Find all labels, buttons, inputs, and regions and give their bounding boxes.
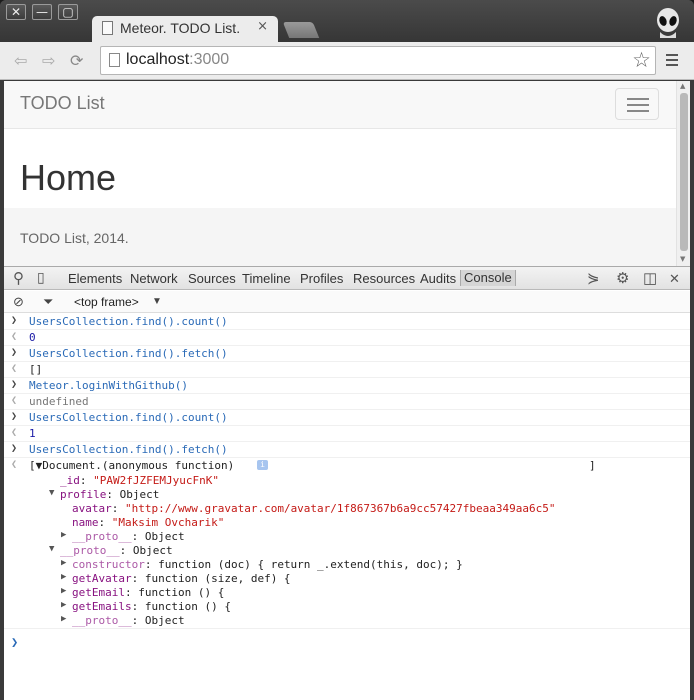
tab-strip: ✕ — ▢ Meteor. TODO List. × [0, 0, 694, 42]
reload-icon[interactable]: ⟳ [70, 51, 83, 70]
navbar-brand[interactable]: TODO List [20, 93, 105, 114]
tab-timeline[interactable]: Timeline [242, 271, 291, 286]
address-url[interactable]: localhost:3000 [126, 51, 229, 69]
console-filter-bar: ⊘ ⏷ <top frame> ▼ [4, 291, 690, 313]
tree-node-avatar: avatar: "http://www.gravatar.com/avatar/… [72, 502, 556, 515]
device-mode-icon[interactable]: ▯ [37, 269, 45, 286]
navbar-toggle-button[interactable] [615, 88, 659, 120]
forward-arrow-icon[interactable]: ⇨ [42, 51, 55, 70]
profile-avatar-icon[interactable] [655, 8, 681, 38]
tree-node-profile-proto[interactable]: ▶ __proto__: Object [4, 530, 690, 544]
tab-sources[interactable]: Sources [188, 271, 236, 286]
address-bar[interactable]: localhost:3000 ☆ [100, 46, 656, 75]
console-input-line: ❯ UsersCollection.find().count() [4, 314, 690, 330]
info-badge-icon[interactable]: i [257, 460, 268, 470]
web-page: TODO List Home TODO List, 2014. ▲ ▼ [4, 81, 690, 266]
tab-close-icon[interactable]: × [257, 19, 268, 34]
new-tab-button[interactable] [282, 22, 320, 38]
page-icon [109, 53, 120, 67]
object-tree-header[interactable]: ❮ [▼Document.(anonymous function) i ] [4, 458, 690, 474]
tree-node-getemails[interactable]: ▶ getEmails: function () { [4, 600, 690, 614]
inspect-search-icon[interactable]: ⚲ [13, 269, 24, 287]
console-result-line: ❮ 0 [4, 330, 690, 346]
clear-console-icon[interactable]: ⊘ [13, 294, 24, 310]
console-result-line: ❮ 1 [4, 426, 690, 442]
tree-node-getavatar[interactable]: ▶ getAvatar: function (size, def) { [4, 572, 690, 586]
browser-toolbar: ⇦ ⇨ ⟳ localhost:3000 ☆ [0, 42, 694, 80]
maximize-window-button[interactable]: ▢ [58, 4, 78, 20]
hamburger-menu-icon[interactable] [666, 54, 678, 69]
site-navbar: TODO List [4, 81, 676, 129]
close-devtools-icon[interactable]: ✕ [669, 271, 680, 287]
scrollbar-thumb[interactable] [680, 93, 688, 251]
frame-dropdown-icon[interactable]: ▼ [152, 296, 162, 307]
tab-elements[interactable]: Elements [68, 271, 122, 286]
tab-title: Meteor. TODO List. [120, 20, 241, 36]
tree-node-proto[interactable]: ▼ __proto__: Object [4, 544, 690, 558]
tab-console[interactable]: Console [460, 270, 516, 286]
devtools-panel: ⚲ ▯ Elements Network Sources Timeline Pr… [4, 266, 690, 700]
console-input-line: ❯ UsersCollection.find().count() [4, 410, 690, 426]
devtools-toolbar: ⚲ ▯ Elements Network Sources Timeline Pr… [4, 267, 690, 290]
console-result-line: ❮ undefined [4, 394, 690, 410]
close-window-button[interactable]: ✕ [6, 4, 26, 20]
minimize-window-button[interactable]: — [32, 4, 52, 20]
console-input-line: ❯ Meteor.loginWithGithub() [4, 378, 690, 394]
browser-tab[interactable]: Meteor. TODO List. × [92, 16, 278, 42]
show-drawer-icon[interactable]: ⋟ [587, 269, 600, 287]
browser-window: ✕ — ▢ Meteor. TODO List. × ⇦ ⇨ ⟳ localho… [0, 0, 694, 700]
page-favicon-icon [102, 21, 113, 35]
tree-node-getemail[interactable]: ▶ getEmail: function () { [4, 586, 690, 600]
page-scrollbar[interactable]: ▲ ▼ [676, 81, 690, 266]
page-footer: TODO List, 2014. [4, 208, 676, 266]
back-arrow-icon[interactable]: ⇦ [14, 51, 27, 70]
tree-node-name: name: "Maksim Ovcharik" [72, 516, 225, 529]
page-heading: Home [20, 157, 117, 198]
bookmark-star-icon[interactable]: ☆ [632, 48, 651, 72]
tab-profiles[interactable]: Profiles [300, 271, 343, 286]
console-prompt-icon[interactable]: ❯ [11, 635, 18, 649]
frame-select[interactable]: <top frame> [74, 295, 139, 309]
console-input-line: ❯ UsersCollection.find().fetch() [4, 346, 690, 362]
console-input-line: ❯ UsersCollection.find().fetch() [4, 442, 690, 458]
console-result-line: ❮[] [4, 362, 690, 378]
dock-side-icon[interactable]: ◫ [643, 269, 657, 287]
tab-resources[interactable]: Resources [353, 271, 415, 286]
filter-funnel-icon[interactable]: ⏷ [43, 294, 53, 310]
tab-audits[interactable]: Audits [420, 271, 456, 286]
settings-gear-icon[interactable]: ⚙ [616, 269, 629, 287]
tree-node-inner-proto[interactable]: ▶ __proto__: Object [4, 614, 690, 629]
tree-node-profile[interactable]: ▼ profile: Object [4, 488, 690, 502]
tree-node-constructor[interactable]: ▶ constructor: function (doc) { return _… [4, 558, 690, 572]
console-output: ❯ UsersCollection.find().count() ❮ 0 ❯ User… [4, 314, 690, 700]
tab-network[interactable]: Network [130, 271, 178, 286]
footer-text: TODO List, 2014. [20, 230, 129, 246]
tree-node-id: _id: "PAW2fJZFEMJyucFnK" [60, 474, 219, 487]
